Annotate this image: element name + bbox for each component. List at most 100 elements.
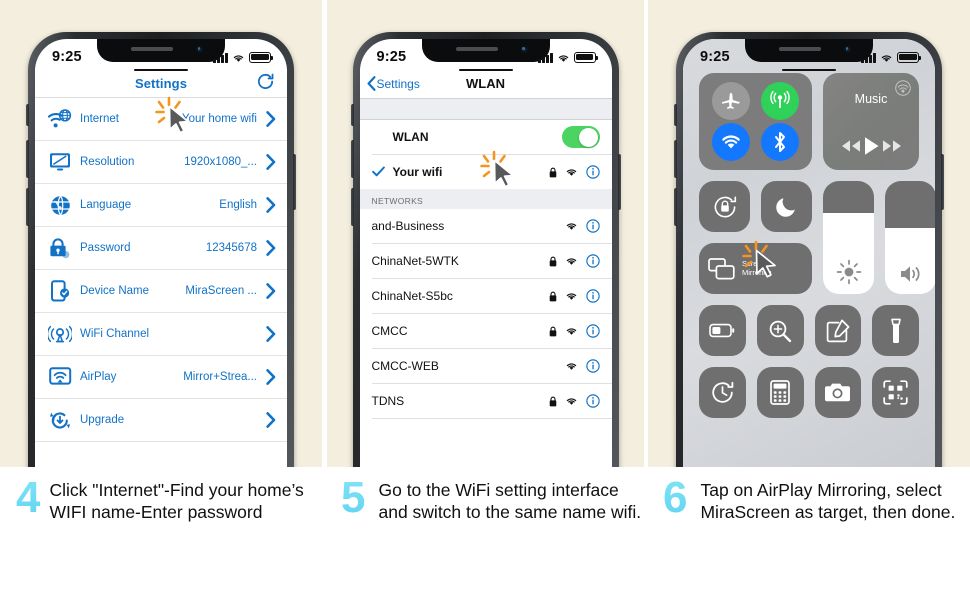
network-row-icons bbox=[549, 324, 600, 338]
notes-icon[interactable] bbox=[814, 305, 862, 356]
qr-code-scanner-icon[interactable] bbox=[872, 367, 919, 418]
back-button[interactable]: Settings bbox=[360, 76, 420, 91]
step-number: 4 bbox=[8, 476, 40, 600]
settings-row-language[interactable]: Language English bbox=[35, 184, 287, 227]
info-icon[interactable] bbox=[585, 289, 600, 303]
settings-row-value: Mirror+Strea... bbox=[183, 371, 257, 383]
wifi-icon bbox=[566, 223, 576, 230]
antenna-icon bbox=[47, 322, 73, 346]
network-row[interactable]: CMCC-WEB bbox=[359, 349, 612, 383]
airplane-mode-icon[interactable] bbox=[711, 81, 750, 120]
wlan-toggle-row[interactable]: WLAN bbox=[359, 120, 612, 154]
cellular-data-icon[interactable] bbox=[761, 81, 800, 120]
wifi-icon bbox=[881, 54, 892, 62]
network-row[interactable]: ChinaNet-5WTK bbox=[359, 244, 612, 278]
info-icon[interactable] bbox=[585, 165, 600, 179]
flashlight-icon[interactable] bbox=[872, 305, 919, 356]
network-name: TDNS bbox=[371, 394, 405, 408]
refresh-icon[interactable] bbox=[256, 72, 275, 91]
chevron-right-icon bbox=[266, 111, 276, 127]
connected-network-name: Your wifi bbox=[392, 165, 443, 179]
info-icon[interactable] bbox=[585, 394, 600, 408]
power-button bbox=[293, 154, 296, 210]
nav-bar-wlan: Settings WLAN bbox=[359, 69, 612, 98]
wlan-toggle-label: WLAN bbox=[392, 130, 429, 144]
lock-icon bbox=[549, 396, 556, 406]
wifi-icon bbox=[566, 258, 576, 265]
magnifier-icon[interactable] bbox=[756, 305, 804, 356]
network-row-partial[interactable] bbox=[359, 419, 612, 453]
chevron-right-icon bbox=[266, 412, 276, 428]
phone-screen-2: 9:25 Settings WLAN WLAN Your wifi NETWOR… bbox=[359, 39, 612, 467]
volume-up-button bbox=[26, 140, 29, 178]
fast-forward-icon[interactable] bbox=[881, 139, 903, 153]
network-row[interactable]: and-Business bbox=[359, 209, 612, 243]
control-center-middle: Screen Mirroring bbox=[699, 181, 935, 294]
status-bar-3: 9:25 bbox=[683, 39, 935, 71]
do-not-disturb-moon-icon[interactable] bbox=[761, 181, 812, 232]
calculator-icon[interactable] bbox=[756, 367, 804, 418]
settings-row-value: 1920x1080_... bbox=[184, 156, 257, 168]
screen-mirroring-label-line2: Mirroring bbox=[742, 267, 772, 277]
phone-screen-3: Music Screen Mirroring 9:25 bbox=[683, 39, 935, 467]
settings-row-airplay[interactable]: AirPlay Mirror+Strea... bbox=[35, 356, 287, 399]
settings-row-wifi-channel[interactable]: WiFi Channel bbox=[35, 313, 287, 356]
settings-row-label: Device Name bbox=[80, 285, 150, 297]
settings-row-device-name[interactable]: Device Name MiraScreen ... bbox=[35, 270, 287, 313]
volume-down-button bbox=[350, 188, 354, 226]
network-row[interactable]: CMCC bbox=[359, 314, 612, 348]
silent-switch bbox=[350, 104, 354, 126]
rotation-lock-icon[interactable] bbox=[699, 181, 750, 232]
rewind-icon[interactable] bbox=[840, 139, 862, 153]
brightness-slider[interactable] bbox=[823, 181, 874, 294]
settings-row-label: Upgrade bbox=[80, 414, 125, 426]
volume-slider[interactable] bbox=[885, 181, 935, 294]
wifi-icon bbox=[558, 54, 568, 62]
network-row-icons bbox=[565, 359, 600, 373]
wlan-toggle-switch[interactable] bbox=[561, 126, 600, 148]
settings-row-resolution[interactable]: Resolution 1920x1080_... bbox=[35, 141, 287, 184]
settings-row-internet[interactable]: Internet Your home wifi bbox=[35, 96, 287, 141]
status-indicators bbox=[213, 51, 274, 63]
info-icon[interactable] bbox=[585, 324, 600, 338]
music-card[interactable]: Music bbox=[823, 73, 919, 170]
screen-mirroring-row: Screen Mirroring bbox=[699, 240, 812, 294]
bluetooth-icon[interactable] bbox=[761, 123, 800, 162]
lock-icon bbox=[549, 256, 556, 266]
settings-row-value: English bbox=[219, 199, 257, 211]
network-name: CMCC bbox=[371, 324, 408, 338]
network-row-icons bbox=[549, 254, 600, 268]
chevron-right-icon bbox=[266, 369, 276, 385]
back-button-label: Settings bbox=[376, 76, 420, 91]
network-row[interactable]: TDNS bbox=[359, 384, 612, 418]
signal-bars-icon bbox=[861, 52, 876, 63]
low-power-battery-icon[interactable] bbox=[699, 305, 746, 356]
control-center: Music Screen Mirroring bbox=[683, 39, 935, 467]
info-icon[interactable] bbox=[585, 254, 600, 268]
wifi-icon[interactable] bbox=[711, 123, 750, 162]
status-bar-2: 9:25 bbox=[360, 39, 612, 71]
settings-row-upgrade[interactable]: Upgrade bbox=[35, 399, 287, 442]
play-icon[interactable] bbox=[863, 136, 880, 156]
network-name: CMCC-WEB bbox=[371, 359, 439, 373]
lock-icon bbox=[47, 236, 73, 260]
step-text: Go to the WiFi setting interface and swi… bbox=[378, 480, 642, 522]
airplay-audio-icon[interactable] bbox=[895, 80, 911, 96]
brightness-sun-icon bbox=[836, 259, 861, 285]
volume-up-button bbox=[674, 140, 677, 178]
volume-down-button bbox=[674, 188, 677, 226]
page-title: Settings bbox=[134, 75, 188, 91]
info-icon[interactable] bbox=[585, 219, 600, 233]
info-icon[interactable] bbox=[585, 359, 600, 373]
monitor-icon bbox=[47, 150, 73, 174]
screen-mirroring-button[interactable]: Screen Mirroring bbox=[699, 240, 812, 294]
network-row[interactable]: ChinaNet-S5bc bbox=[359, 279, 612, 313]
status-time: 9:25 bbox=[52, 49, 82, 65]
camera-icon[interactable] bbox=[814, 367, 862, 418]
timer-icon[interactable] bbox=[699, 367, 746, 418]
chevron-right-icon bbox=[266, 283, 276, 299]
network-name: and-Business bbox=[371, 219, 445, 233]
settings-row-password[interactable]: Password 12345678 bbox=[35, 227, 287, 270]
connected-network-row[interactable]: Your wifi bbox=[359, 150, 612, 189]
settings-row-label: Language bbox=[80, 199, 132, 211]
